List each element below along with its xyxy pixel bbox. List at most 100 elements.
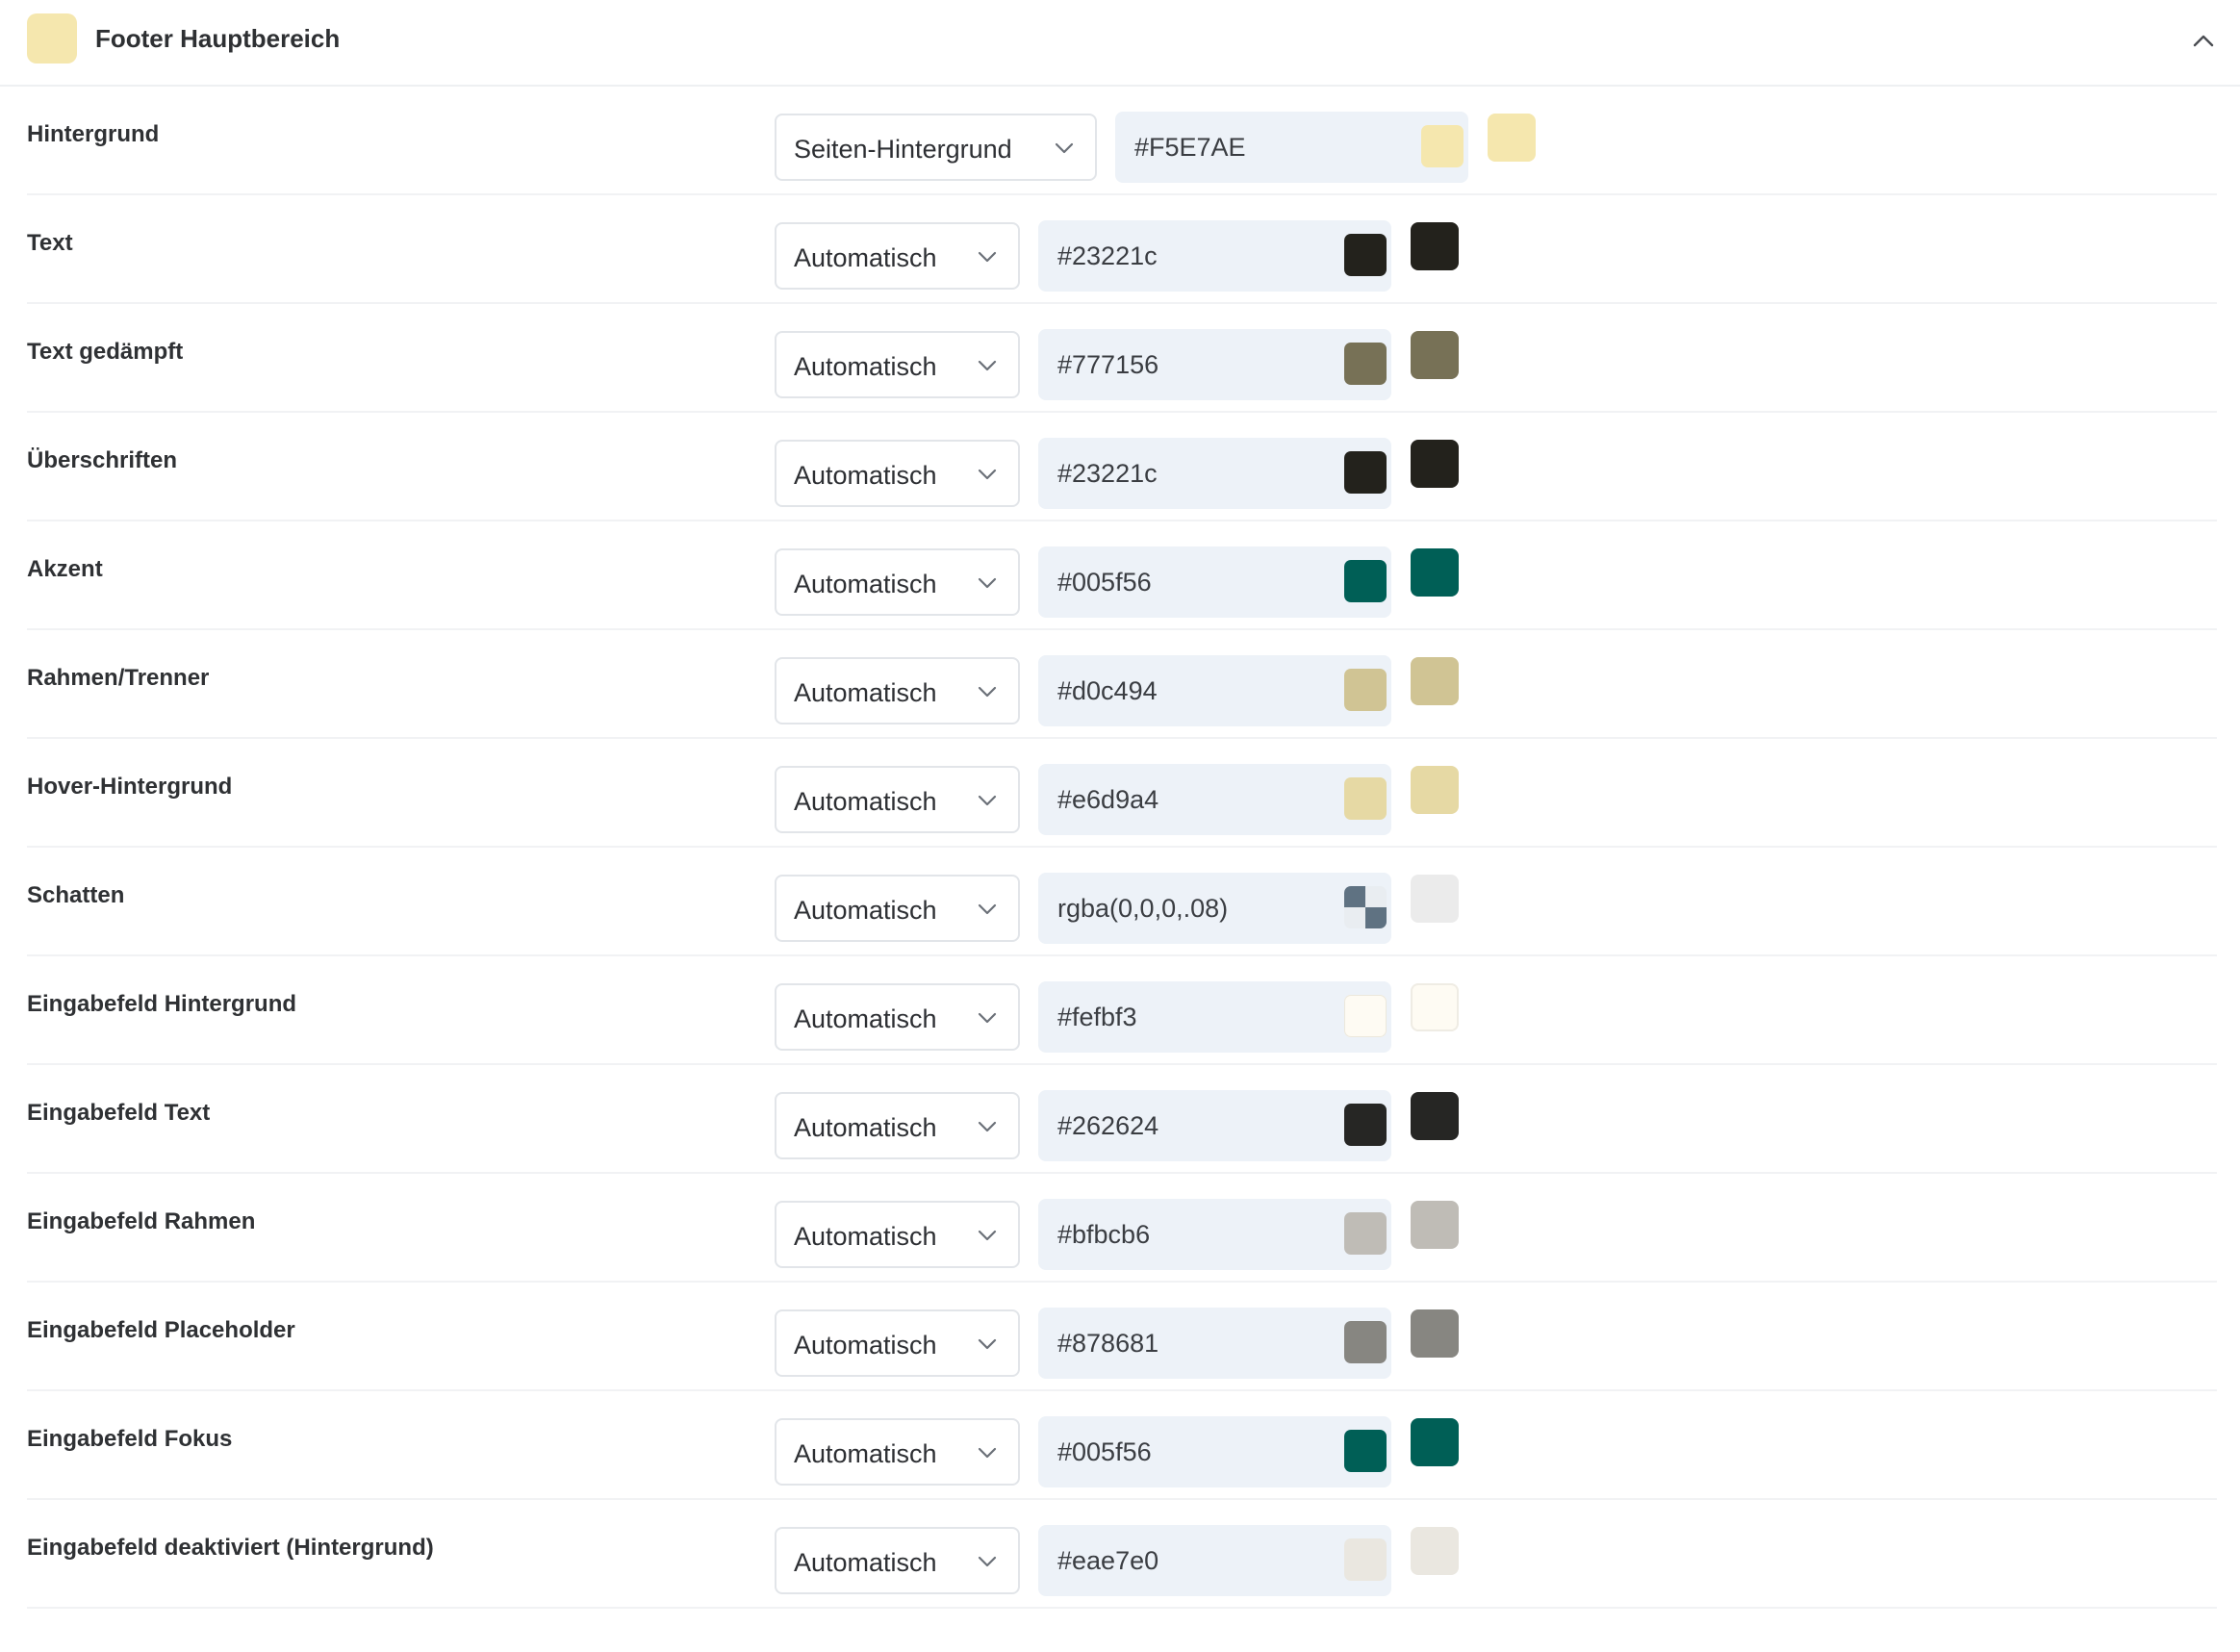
color-mode-value: Automatisch <box>794 896 937 925</box>
collapse-button[interactable] <box>2184 21 2223 60</box>
color-mode-select[interactable]: Automatisch <box>775 766 1020 833</box>
color-setting-row: Eingabefeld Fokus Automatisch #005f56 <box>0 1391 2240 1500</box>
color-value-input[interactable]: #d0c494 <box>1038 655 1391 726</box>
color-mode-select[interactable]: Automatisch <box>775 548 1020 616</box>
color-preview-swatch <box>1488 114 1536 162</box>
color-value-text: #777156 <box>1057 350 1159 379</box>
color-value-input[interactable]: #23221c <box>1038 438 1391 509</box>
setting-label: Hover-Hintergrund <box>27 774 233 800</box>
color-settings-panel: Footer Hauptbereich Hintergrund Seiten-Hi… <box>0 0 2240 1652</box>
section-title: Footer Hauptbereich <box>95 24 341 53</box>
color-mode-value: Automatisch <box>794 243 937 272</box>
color-picker-swatch[interactable] <box>1344 1104 1387 1146</box>
color-setting-row: Eingabefeld Placeholder Automatisch #87868… <box>0 1283 2240 1391</box>
color-value-input[interactable]: #e6d9a4 <box>1038 764 1391 835</box>
color-mode-value: Automatisch <box>794 787 937 816</box>
color-value-input[interactable]: #23221c <box>1038 220 1391 292</box>
color-value-text: #23221c <box>1057 241 1158 270</box>
section-header[interactable]: Footer Hauptbereich <box>0 0 2240 87</box>
color-mode-select[interactable]: Seiten-Hintergrund <box>775 114 1097 181</box>
color-picker-swatch[interactable] <box>1344 1538 1387 1581</box>
color-value-input[interactable]: #005f56 <box>1038 1416 1391 1487</box>
color-setting-row: Schatten Automatisch rgba(0,0,0,.08) <box>0 848 2240 956</box>
color-mode-value: Automatisch <box>794 678 937 707</box>
color-setting-row: Akzent Automatisch #005f56 <box>0 521 2240 630</box>
color-picker-swatch[interactable] <box>1344 886 1387 928</box>
color-value-input[interactable]: rgba(0,0,0,.08) <box>1038 873 1391 944</box>
color-value-text: #23221c <box>1057 459 1158 488</box>
color-mode-select[interactable]: Automatisch <box>775 331 1020 398</box>
color-value-text: #d0c494 <box>1057 676 1158 705</box>
color-picker-swatch[interactable] <box>1344 777 1387 820</box>
color-mode-value: Automatisch <box>794 1113 937 1142</box>
color-value-input[interactable]: #eae7e0 <box>1038 1525 1391 1596</box>
color-value-input[interactable]: #777156 <box>1038 329 1391 400</box>
color-setting-row: Eingabefeld Rahmen Automatisch #bfbcb6 <box>0 1174 2240 1283</box>
color-mode-select[interactable]: Automatisch <box>775 222 1020 290</box>
color-preview-swatch <box>1411 1418 1459 1466</box>
color-picker-swatch[interactable] <box>1344 1321 1387 1363</box>
setting-label: Rahmen/Trenner <box>27 665 210 691</box>
color-mode-select[interactable]: Automatisch <box>775 1418 1020 1486</box>
color-mode-value: Seiten-Hintergrund <box>794 135 1012 164</box>
color-picker-swatch[interactable] <box>1344 451 1387 494</box>
color-setting-row: Überschriften Automatisch #23221c <box>0 413 2240 521</box>
color-mode-select[interactable]: Automatisch <box>775 1201 1020 1268</box>
color-value-input[interactable]: #F5E7AE <box>1115 112 1468 183</box>
color-preview-swatch <box>1411 875 1459 923</box>
chevron-down-icon <box>976 354 999 377</box>
color-value-text: #878681 <box>1057 1329 1159 1358</box>
color-picker-swatch[interactable] <box>1344 669 1387 711</box>
color-preview-swatch <box>1411 657 1459 705</box>
color-setting-row: Hover-Hintergrund Automatisch #e6d9a4 <box>0 739 2240 848</box>
color-value-text: rgba(0,0,0,.08) <box>1057 894 1229 923</box>
color-mode-value: Automatisch <box>794 461 937 490</box>
color-mode-value: Automatisch <box>794 1222 937 1251</box>
color-mode-select[interactable]: Automatisch <box>775 983 1020 1051</box>
chevron-down-icon <box>976 1550 999 1573</box>
chevron-down-icon <box>976 680 999 703</box>
color-picker-swatch[interactable] <box>1344 995 1387 1037</box>
color-mode-value: Automatisch <box>794 570 937 598</box>
color-picker-swatch[interactable] <box>1344 234 1387 276</box>
color-mode-select[interactable]: Automatisch <box>775 1527 1020 1594</box>
color-value-text: #e6d9a4 <box>1057 785 1159 814</box>
color-setting-row: Rahmen/Trenner Automatisch #d0c494 <box>0 630 2240 739</box>
color-preview-swatch <box>1411 1309 1459 1358</box>
color-value-text: #bfbcb6 <box>1057 1220 1151 1249</box>
color-picker-swatch[interactable] <box>1344 1212 1387 1255</box>
color-mode-select[interactable]: Automatisch <box>775 875 1020 942</box>
color-picker-swatch[interactable] <box>1344 1430 1387 1472</box>
chevron-down-icon <box>976 1224 999 1247</box>
color-mode-select[interactable]: Automatisch <box>775 1309 1020 1377</box>
color-mode-value: Automatisch <box>794 1331 937 1360</box>
color-picker-swatch[interactable] <box>1421 125 1464 167</box>
color-setting-row: Text gedämpft Automatisch #777156 <box>0 304 2240 413</box>
color-value-input[interactable]: #878681 <box>1038 1308 1391 1379</box>
chevron-down-icon <box>976 1441 999 1464</box>
chevron-down-icon <box>976 789 999 812</box>
color-mode-select[interactable]: Automatisch <box>775 657 1020 724</box>
color-setting-row: Eingabefeld deaktiviert (Hintergrund) Aut… <box>0 1500 2240 1609</box>
setting-label: Hintergrund <box>27 121 160 147</box>
color-value-input[interactable]: #bfbcb6 <box>1038 1199 1391 1270</box>
setting-label: Eingabefeld Placeholder <box>27 1317 295 1343</box>
color-value-input[interactable]: #fefbf3 <box>1038 981 1391 1053</box>
setting-label: Akzent <box>27 556 103 582</box>
color-picker-swatch[interactable] <box>1344 560 1387 602</box>
color-setting-row: Hintergrund Seiten-Hintergrund #F5E7AE <box>0 87 2240 195</box>
color-value-input[interactable]: #005f56 <box>1038 546 1391 618</box>
color-preview-swatch <box>1411 1527 1459 1575</box>
color-picker-swatch[interactable] <box>1344 343 1387 385</box>
color-mode-select[interactable]: Automatisch <box>775 1092 1020 1159</box>
transparency-pattern <box>1365 907 1387 928</box>
transparency-pattern <box>1344 886 1365 907</box>
color-value-input[interactable]: #262624 <box>1038 1090 1391 1161</box>
color-mode-select[interactable]: Automatisch <box>775 440 1020 507</box>
color-preview-swatch <box>1411 440 1459 488</box>
section-color-swatch <box>27 13 77 64</box>
setting-label: Eingabefeld Text <box>27 1100 211 1126</box>
setting-label: Eingabefeld Hintergrund <box>27 991 297 1017</box>
setting-label: Schatten <box>27 882 125 908</box>
color-preview-swatch <box>1411 766 1459 814</box>
